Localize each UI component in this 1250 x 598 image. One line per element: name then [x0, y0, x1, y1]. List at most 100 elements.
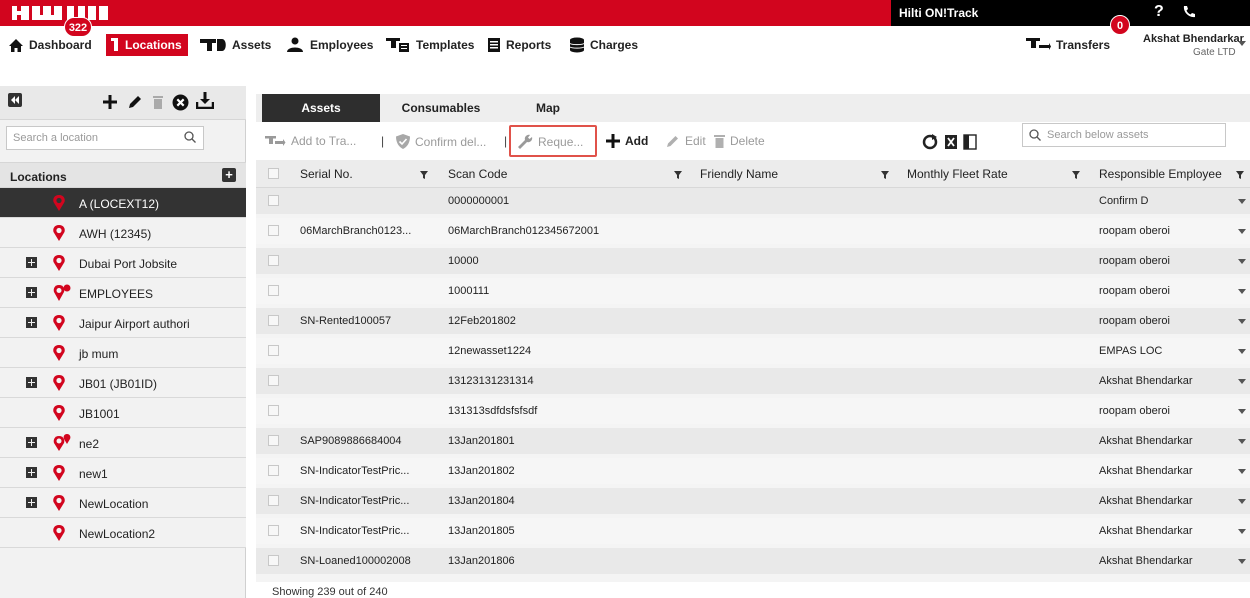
nav-employees[interactable]: Employees	[285, 34, 373, 56]
add-asset-button[interactable]: Add	[606, 134, 648, 148]
nav-transfers[interactable]: Transfers	[1025, 34, 1110, 56]
filter-icon[interactable]	[674, 171, 682, 179]
row-dropdown-chevron-icon[interactable]	[1238, 289, 1246, 294]
export-icon[interactable]	[196, 92, 214, 109]
user-menu-chevron-icon[interactable]	[1238, 41, 1246, 47]
nav-assets[interactable]: Assets	[199, 34, 271, 56]
sidebar-location-item[interactable]: NewLocation2	[0, 518, 246, 548]
confirm-delivery-button[interactable]: Confirm del...	[396, 134, 486, 149]
table-row[interactable]: SN-Loaned100002008 13Jan201806 Akshat Bhen…	[256, 548, 1250, 574]
asset-search-input[interactable]	[1022, 123, 1226, 147]
sidebar-location-item[interactable]: NewLocation	[0, 488, 246, 518]
row-checkbox[interactable]	[268, 405, 279, 416]
row-dropdown-chevron-icon[interactable]	[1238, 499, 1246, 504]
expand-icon[interactable]	[26, 467, 37, 478]
sidebar-location-item[interactable]: A (LOCEXT12)	[0, 188, 246, 218]
add-location-icon[interactable]	[102, 94, 118, 110]
table-row[interactable]: SAP9089886684004 13Jan201801 Akshat Bhenda…	[256, 428, 1250, 454]
table-row[interactable]: 1000111 roopam oberoi	[256, 278, 1250, 304]
nav-charges[interactable]: Charges	[569, 34, 638, 56]
column-friendly-name[interactable]: Friendly Name	[700, 167, 778, 181]
sidebar-location-item[interactable]: JB1001	[0, 398, 246, 428]
row-checkbox[interactable]	[268, 225, 279, 236]
table-row[interactable]: 12newasset1224 EMPAS LOC	[256, 338, 1250, 364]
edit-location-icon[interactable]	[127, 94, 143, 110]
expand-icon[interactable]	[26, 257, 37, 268]
delete-asset-button[interactable]: Delete	[714, 134, 765, 148]
row-dropdown-chevron-icon[interactable]	[1238, 229, 1246, 234]
row-checkbox[interactable]	[268, 255, 279, 266]
table-row[interactable]: 13123131231314 Akshat Bhendarkar	[256, 368, 1250, 394]
tab-map[interactable]: Map	[508, 94, 588, 122]
phone-icon[interactable]	[1181, 4, 1197, 20]
deactivate-location-icon[interactable]	[172, 94, 189, 111]
filter-icon[interactable]	[1072, 171, 1080, 179]
user-name[interactable]: Akshat Bhendarkar	[1143, 33, 1244, 45]
sidebar-location-item[interactable]: ne2	[0, 428, 246, 458]
row-checkbox[interactable]	[268, 345, 279, 356]
column-monthly-fleet-rate[interactable]: Monthly Fleet Rate	[907, 167, 1008, 181]
filter-icon[interactable]	[881, 171, 889, 179]
table-row[interactable]: 0000000001 Confirm D	[256, 188, 1250, 214]
row-dropdown-chevron-icon[interactable]	[1238, 409, 1246, 414]
sidebar-location-item[interactable]: jb mum	[0, 338, 246, 368]
filter-icon[interactable]	[420, 171, 428, 179]
row-checkbox[interactable]	[268, 285, 279, 296]
row-checkbox[interactable]	[268, 195, 279, 206]
row-checkbox[interactable]	[268, 525, 279, 536]
nav-templates[interactable]: Templates	[385, 34, 474, 56]
row-dropdown-chevron-icon[interactable]	[1238, 349, 1246, 354]
row-dropdown-chevron-icon[interactable]	[1238, 439, 1246, 444]
delete-location-icon[interactable]	[152, 94, 164, 110]
asset-search-icon[interactable]	[1029, 129, 1041, 141]
row-dropdown-chevron-icon[interactable]	[1238, 469, 1246, 474]
table-row[interactable]: SN-IndicatorTestPric... 13Jan201804 Akshat…	[256, 488, 1250, 514]
row-checkbox[interactable]	[268, 435, 279, 446]
table-row[interactable]: SN-Rented100057 12Feb201802 roopam oberoi	[256, 308, 1250, 334]
add-to-transfer-button[interactable]: Add to Tra...	[264, 134, 356, 148]
collapse-panel-icon[interactable]	[8, 93, 22, 107]
expand-icon[interactable]	[26, 377, 37, 388]
row-dropdown-chevron-icon[interactable]	[1238, 529, 1246, 534]
column-scan-code[interactable]: Scan Code	[448, 167, 507, 181]
table-row[interactable]: 131313sdfdsfsfsdf roopam oberoi	[256, 398, 1250, 424]
expand-icon[interactable]	[26, 317, 37, 328]
excel-export-icon[interactable]	[944, 134, 958, 150]
location-search-input[interactable]	[6, 126, 204, 150]
sidebar-location-item[interactable]: Jaipur Airport authori	[0, 308, 246, 338]
add-location-plus-icon[interactable]: +	[222, 168, 236, 182]
expand-icon[interactable]	[26, 497, 37, 508]
sidebar-location-item[interactable]: JB01 (JB01ID)	[0, 368, 246, 398]
row-checkbox[interactable]	[268, 315, 279, 326]
sidebar-location-item[interactable]: Dubai Port Jobsite	[0, 248, 246, 278]
row-dropdown-chevron-icon[interactable]	[1238, 559, 1246, 564]
column-serial-no[interactable]: Serial No.	[300, 167, 353, 181]
column-chooser-icon[interactable]	[963, 134, 977, 150]
sidebar-location-item[interactable]: EMPLOYEES	[0, 278, 246, 308]
row-dropdown-chevron-icon[interactable]	[1238, 199, 1246, 204]
sidebar-location-item[interactable]: new1	[0, 458, 246, 488]
row-checkbox[interactable]	[268, 495, 279, 506]
row-checkbox[interactable]	[268, 555, 279, 566]
nav-locations[interactable]: Locations	[106, 34, 188, 56]
tab-consumables[interactable]: Consumables	[386, 94, 496, 122]
column-responsible-employee[interactable]: Responsible Employee	[1099, 167, 1222, 181]
row-checkbox[interactable]	[268, 375, 279, 386]
search-icon[interactable]	[184, 131, 196, 143]
table-row[interactable]: 06MarchBranch0123... 06MarchBranch0123456…	[256, 218, 1250, 244]
row-dropdown-chevron-icon[interactable]	[1238, 379, 1246, 384]
nav-reports[interactable]: Reports	[487, 34, 551, 56]
row-dropdown-chevron-icon[interactable]	[1238, 319, 1246, 324]
expand-icon[interactable]	[26, 287, 37, 298]
expand-icon[interactable]	[26, 437, 37, 448]
table-row[interactable]: SN-IndicatorTestPric... 13Jan201805 Akshat…	[256, 518, 1250, 544]
refresh-icon[interactable]	[922, 134, 938, 150]
edit-asset-button[interactable]: Edit	[666, 134, 706, 148]
sidebar-location-item[interactable]: AWH (12345)	[0, 218, 246, 248]
help-icon[interactable]: ?	[1154, 3, 1164, 21]
row-checkbox[interactable]	[268, 465, 279, 476]
filter-icon[interactable]	[1236, 171, 1244, 179]
tab-assets[interactable]: Assets	[262, 94, 380, 122]
row-dropdown-chevron-icon[interactable]	[1238, 259, 1246, 264]
table-row[interactable]: 10000 roopam oberoi	[256, 248, 1250, 274]
